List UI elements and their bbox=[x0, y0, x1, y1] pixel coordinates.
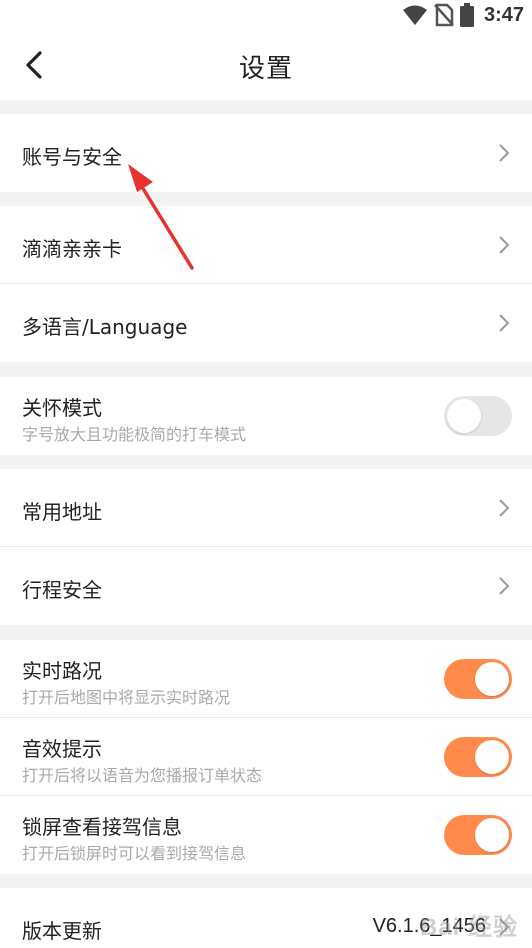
row-label: 实时路况 bbox=[22, 659, 102, 683]
watermark: Bai 经验 bbox=[419, 914, 518, 941]
toggle-knob bbox=[475, 662, 509, 696]
wifi-icon bbox=[402, 5, 427, 25]
section-cards: 滴滴亲亲卡 多语言/Language bbox=[0, 206, 532, 362]
row-description: 打开后锁屏时可以看到接驾信息 bbox=[22, 844, 247, 863]
row-label: 常用地址 bbox=[22, 500, 102, 524]
care-mode-toggle[interactable] bbox=[444, 396, 512, 436]
common-address-row[interactable]: 常用地址 bbox=[0, 469, 532, 547]
family-card-row[interactable]: 滴滴亲亲卡 bbox=[0, 206, 532, 284]
page-title: 设置 bbox=[238, 54, 293, 84]
row-description: 字号放大且功能极简的打车模式 bbox=[22, 425, 247, 444]
chevron-right-icon bbox=[499, 144, 510, 162]
row-label: 账号与安全 bbox=[22, 145, 122, 169]
traffic-row: 实时路况 打开后地图中将显示实时路况 bbox=[0, 640, 532, 718]
row-description: 打开后将以语音为您播报订单状态 bbox=[22, 766, 263, 785]
chevron-right-icon bbox=[499, 314, 510, 332]
status-time: 3:47 bbox=[483, 3, 524, 26]
no-sim-icon bbox=[434, 3, 454, 27]
row-label: 多语言/Language bbox=[22, 315, 188, 339]
status-icons: 3:47 bbox=[402, 2, 524, 28]
section-toggles: 实时路况 打开后地图中将显示实时路况 音效提示 打开后将以语音为您播报订单状态 … bbox=[0, 640, 532, 874]
row-label: 关怀模式 bbox=[22, 396, 102, 420]
settings-screen: 3:47 设置 账号与安全 滴滴亲亲卡 多语言/Language 关怀模式 字号… bbox=[0, 0, 532, 948]
chevron-right-icon bbox=[499, 577, 510, 595]
sound-row: 音效提示 打开后将以语音为您播报订单状态 bbox=[0, 718, 532, 796]
row-label: 音效提示 bbox=[22, 737, 102, 761]
section-address: 常用地址 行程安全 bbox=[0, 469, 532, 625]
lock-screen-toggle[interactable] bbox=[444, 815, 512, 855]
lock-screen-row: 锁屏查看接驾信息 打开后锁屏时可以看到接驾信息 bbox=[0, 796, 532, 874]
account-security-row[interactable]: 账号与安全 bbox=[0, 114, 532, 192]
toggle-knob bbox=[447, 399, 481, 433]
chevron-right-icon bbox=[499, 236, 510, 254]
nav-bar: 设置 bbox=[0, 30, 532, 100]
row-description: 打开后地图中将显示实时路况 bbox=[22, 688, 231, 707]
trip-safety-row[interactable]: 行程安全 bbox=[0, 547, 532, 625]
care-mode-row: 关怀模式 字号放大且功能极简的打车模式 bbox=[0, 377, 532, 455]
status-bar: 3:47 bbox=[0, 0, 532, 30]
traffic-toggle[interactable] bbox=[444, 659, 512, 699]
section-care-mode: 关怀模式 字号放大且功能极简的打车模式 bbox=[0, 377, 532, 455]
chevron-right-icon bbox=[499, 499, 510, 517]
row-label: 版本更新 bbox=[22, 919, 102, 943]
sound-toggle[interactable] bbox=[444, 737, 512, 777]
row-label: 滴滴亲亲卡 bbox=[22, 237, 122, 261]
language-row[interactable]: 多语言/Language bbox=[0, 284, 532, 362]
section-account: 账号与安全 bbox=[0, 114, 532, 192]
toggle-knob bbox=[475, 818, 509, 852]
row-label: 锁屏查看接驾信息 bbox=[22, 815, 182, 839]
toggle-knob bbox=[475, 740, 509, 774]
battery-icon bbox=[459, 3, 474, 27]
row-label: 行程安全 bbox=[22, 578, 102, 602]
